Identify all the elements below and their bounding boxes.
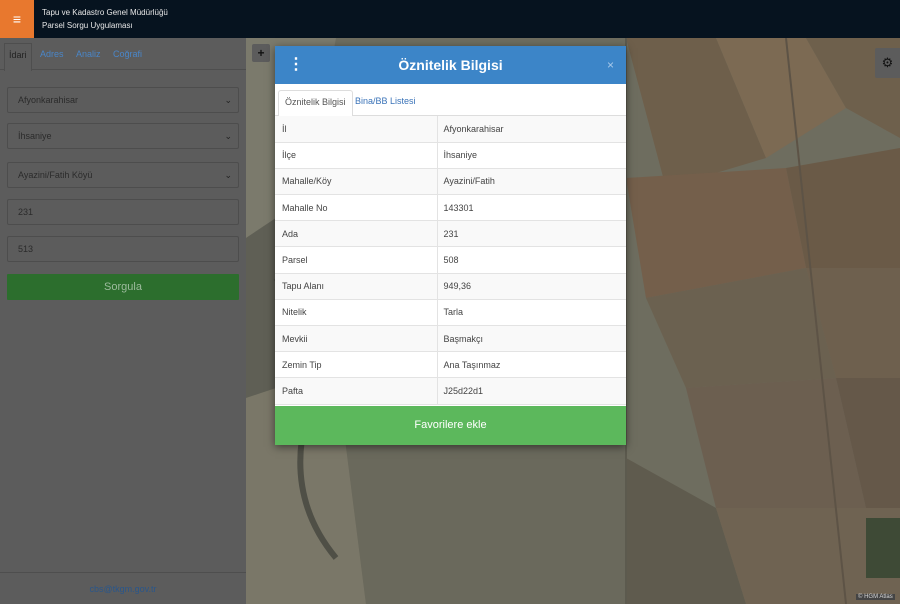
dialog-title: Öznitelik Bilgisi xyxy=(398,57,503,73)
table-row: Tapu Alanı 949,36 xyxy=(275,273,626,300)
table-row: Ada 231 xyxy=(275,220,626,248)
row-value: J25d22d1 xyxy=(436,377,626,405)
table-row: Pafta J25d22d1 xyxy=(275,377,626,405)
row-value: Başmakçı xyxy=(436,325,626,353)
search-tabs: İdari Adres Analiz Coğrafi xyxy=(0,38,246,71)
app-title-line1: Tapu ve Kadastro Genel Müdürlüğü xyxy=(42,8,168,17)
row-value: 949,36 xyxy=(436,273,626,300)
tab-idari[interactable]: İdari xyxy=(4,43,32,71)
il-select[interactable]: Afyonkarahisar ⌄ xyxy=(7,87,239,113)
row-key: Mahalle No xyxy=(275,194,437,222)
tab-analiz[interactable]: Analiz xyxy=(76,45,101,70)
dialog-tabs: Öznitelik Bilgisi Bina/BB Listesi xyxy=(275,84,626,117)
app-title: Tapu ve Kadastro Genel Müdürlüğü Parsel … xyxy=(42,6,168,32)
table-row: Mahalle/Köy Ayazini/Fatih xyxy=(275,168,626,196)
parsel-input-value: 513 xyxy=(18,244,34,254)
chevron-down-icon: ⌄ xyxy=(224,170,232,180)
close-icon[interactable]: × xyxy=(607,58,614,72)
row-key: Tapu Alanı xyxy=(275,273,437,300)
il-select-value: Afyonkarahisar xyxy=(18,95,79,105)
row-key: Pafta xyxy=(275,377,437,405)
table-row: Zemin Tip Ana Taşınmaz xyxy=(275,351,626,379)
add-to-favorites-button[interactable]: Favorilere ekle xyxy=(275,406,626,445)
search-panel: İdari Adres Analiz Coğrafi Afyonkarahisa… xyxy=(0,38,246,604)
row-value: 508 xyxy=(436,246,626,274)
mahalle-select[interactable]: Ayazini/Fatih Köyü ⌄ xyxy=(7,162,239,188)
row-key: Mevkii xyxy=(275,325,437,353)
row-key: Ada xyxy=(275,220,437,248)
ilce-select[interactable]: İhsaniye ⌄ xyxy=(7,123,239,149)
app-title-line2: Parsel Sorgu Uygulaması xyxy=(42,21,133,30)
ilce-select-value: İhsaniye xyxy=(18,131,52,141)
tab-adres[interactable]: Adres xyxy=(40,45,64,70)
parsel-input[interactable]: 513 xyxy=(7,236,239,262)
attribute-table: İl Afyonkarahisar İlçe İhsaniye Mahalle/Kö… xyxy=(275,116,626,405)
chevron-down-icon: ⌄ xyxy=(224,95,232,105)
table-row: Parsel 508 xyxy=(275,246,626,274)
table-row: Mevkii Başmakçı xyxy=(275,325,626,353)
table-row: Mahalle No 143301 xyxy=(275,194,626,222)
tab-cografi[interactable]: Coğrafi xyxy=(113,45,142,70)
ada-input[interactable]: 231 xyxy=(7,199,239,225)
query-button[interactable]: Sorgula xyxy=(7,274,239,300)
row-key: İlçe xyxy=(275,142,437,169)
dialog-header: ⋮ Öznitelik Bilgisi × xyxy=(275,46,626,84)
row-value: Ayazini/Fatih xyxy=(436,168,626,196)
gear-icon[interactable]: ⚙ xyxy=(875,48,900,78)
table-row: İl Afyonkarahisar xyxy=(275,116,626,143)
row-key: İl xyxy=(275,116,437,143)
row-key: Parsel xyxy=(275,246,437,274)
table-row: Nitelik Tarla xyxy=(275,299,626,327)
row-value: 231 xyxy=(436,220,626,248)
row-value: Afyonkarahisar xyxy=(436,116,626,143)
ada-input-value: 231 xyxy=(18,207,34,217)
row-key: Mahalle/Köy xyxy=(275,168,437,196)
row-key: Zemin Tip xyxy=(275,351,437,379)
tab-bina-bb-listesi[interactable]: Bina/BB Listesi xyxy=(355,90,416,117)
top-header: ≡ Tapu ve Kadastro Genel Müdürlüğü Parse… xyxy=(0,0,900,38)
row-value: Tarla xyxy=(436,299,626,327)
row-value: 143301 xyxy=(436,194,626,222)
table-row: İlçe İhsaniye xyxy=(275,142,626,169)
row-value: Ana Taşınmaz xyxy=(436,351,626,379)
hamburger-icon[interactable]: ≡ xyxy=(0,0,34,38)
row-key: Nitelik xyxy=(275,299,437,327)
map-attribution: © HGM Atlas xyxy=(856,594,895,600)
zoom-in-button[interactable]: + xyxy=(252,44,270,62)
chevron-down-icon: ⌄ xyxy=(224,131,232,141)
footer-email[interactable]: cbs@tkgm.gov.tr xyxy=(0,572,246,604)
tab-oznitelik-bilgisi[interactable]: Öznitelik Bilgisi xyxy=(278,90,353,117)
row-value: İhsaniye xyxy=(436,142,626,169)
mahalle-select-value: Ayazini/Fatih Köyü xyxy=(18,170,93,180)
attribute-dialog: ⋮ Öznitelik Bilgisi × Öznitelik Bilgisi … xyxy=(275,46,626,445)
